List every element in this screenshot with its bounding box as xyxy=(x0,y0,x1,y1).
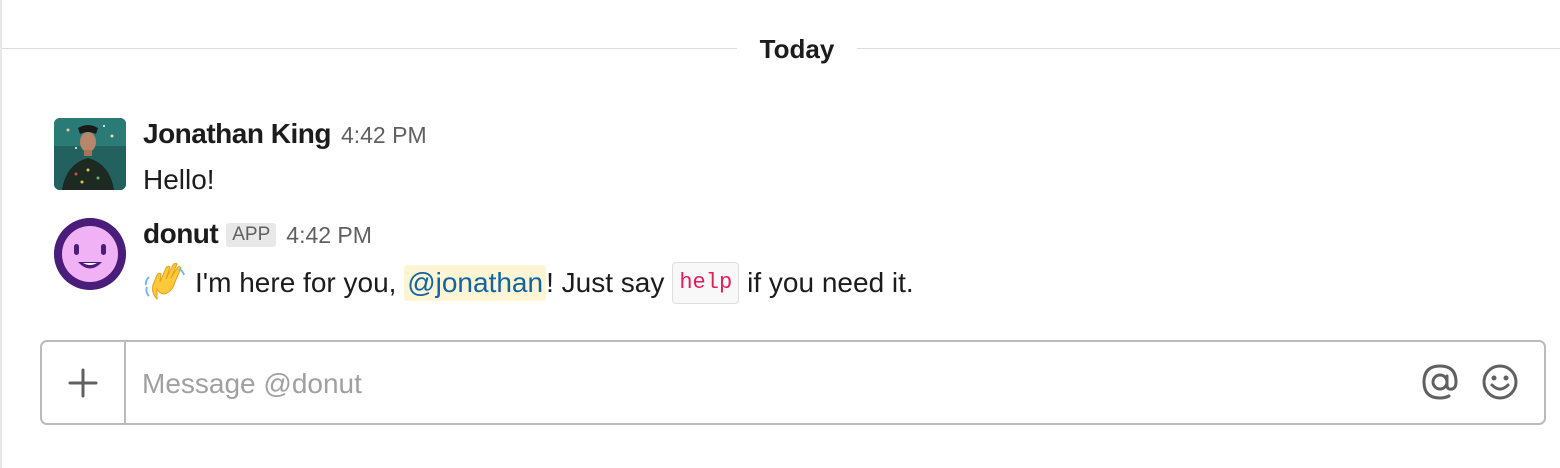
author-name[interactable]: donut xyxy=(143,218,219,250)
message-text: Hello! xyxy=(143,164,215,195)
emoji-button[interactable] xyxy=(1480,362,1520,402)
day-divider-label[interactable]: Today xyxy=(737,34,857,64)
app-badge: APP xyxy=(226,223,277,247)
user-photo-icon xyxy=(54,118,126,190)
smiley-icon xyxy=(1482,364,1518,400)
message-composer xyxy=(40,340,1546,425)
day-divider: Today xyxy=(2,30,1560,70)
plus-icon xyxy=(68,368,98,397)
user-mention[interactable]: @jonathan xyxy=(404,265,547,301)
waving-hand-icon[interactable] xyxy=(143,262,187,303)
channel-pane-edge xyxy=(0,0,2,468)
message-header: donut APP 4:42 PM xyxy=(143,218,1504,254)
message-timestamp[interactable]: 4:42 PM xyxy=(286,222,372,249)
message-text-part: ! Just say xyxy=(546,267,665,298)
at-sign-icon xyxy=(1422,364,1458,400)
message-text-part: if you need it. xyxy=(747,267,914,298)
inline-code: help xyxy=(672,262,740,304)
message-body: donut APP 4:42 PM I'm here for you, @jon… xyxy=(143,218,1504,304)
message-body: Jonathan King 4:42 PM Hello! xyxy=(143,118,1504,198)
donut-avatar[interactable] xyxy=(54,218,126,290)
message-text-part: I'm here for you, xyxy=(195,267,405,298)
author-name[interactable]: Jonathan King xyxy=(143,118,331,150)
message-text: I'm here for you, @jonathan ! Just say h… xyxy=(143,262,1504,304)
message-header: Jonathan King 4:42 PM xyxy=(143,118,1504,154)
mention-button[interactable] xyxy=(1420,362,1460,402)
donut-bot-icon xyxy=(54,218,126,290)
attach-button[interactable] xyxy=(42,342,126,423)
message-input[interactable] xyxy=(142,364,1392,404)
message-timestamp[interactable]: 4:42 PM xyxy=(341,122,427,149)
user-avatar[interactable] xyxy=(54,118,126,190)
